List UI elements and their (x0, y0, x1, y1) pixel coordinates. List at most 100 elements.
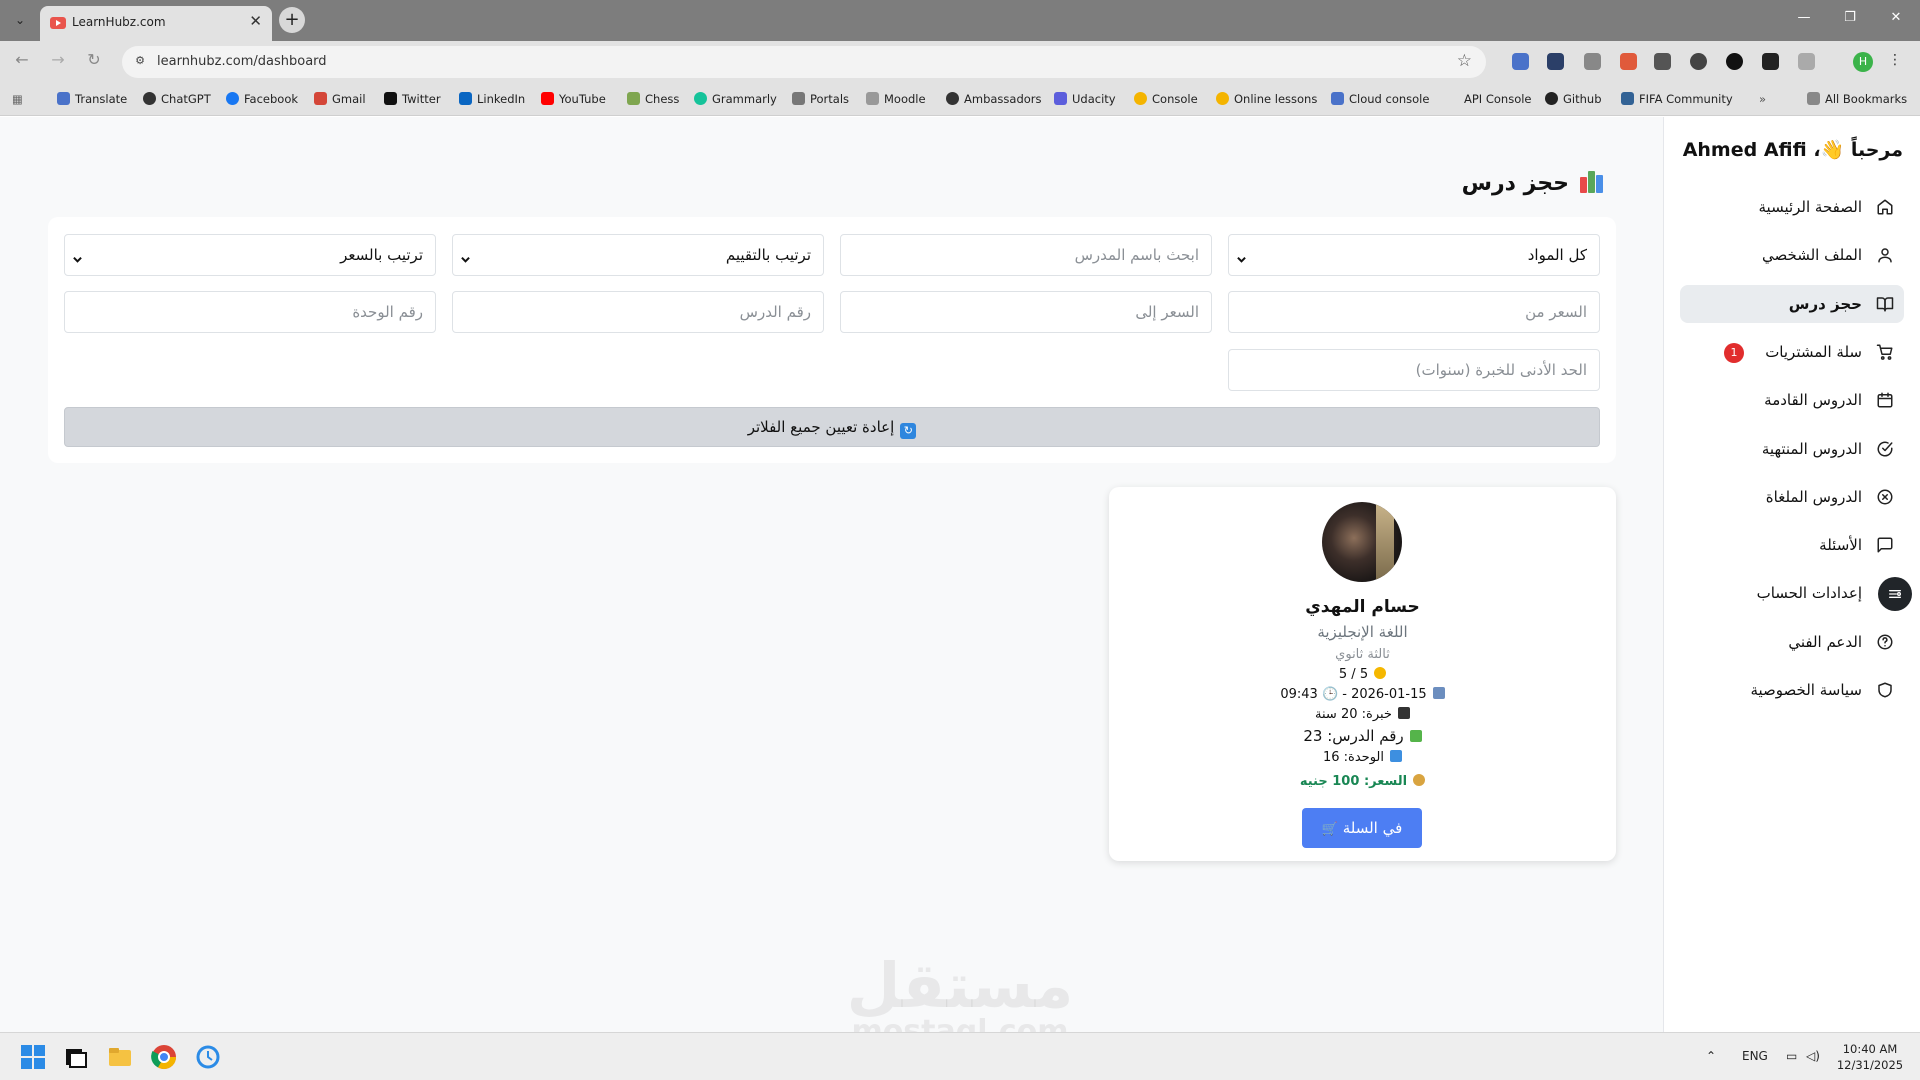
windows-start-icon[interactable] (19, 1043, 47, 1071)
window-close-icon[interactable]: ✕ (1886, 10, 1906, 25)
reset-filters-button[interactable]: ↻ إعادة تعيين جميع الفلاتر (64, 407, 1600, 447)
apps-grid-icon[interactable]: ▦ (12, 92, 23, 106)
sidebar-item-label: الملف الشخصي (1762, 246, 1862, 264)
all-bookmarks-folder[interactable]: All Bookmarks (1807, 92, 1907, 106)
tab-favicon-icon (50, 17, 66, 29)
bookmark-portals[interactable]: Portals (792, 92, 849, 106)
bookmark-twitter[interactable]: Twitter (384, 92, 441, 106)
sidebar-item-completed-lessons[interactable]: الدروس المنتهية (1680, 430, 1904, 468)
command-extension-icon[interactable] (1762, 53, 1779, 70)
language-indicator[interactable]: ENG (1742, 1049, 1768, 1063)
bookmark-ambassadors[interactable]: Ambassadors (946, 92, 1042, 106)
back-arrow-icon[interactable]: ← (10, 50, 34, 69)
sort-by-rating-select[interactable]: ترتيب بالتقييم (452, 234, 824, 276)
sidebar-item-questions[interactable]: الأسئلة (1680, 526, 1904, 564)
bookmark-fifa-community[interactable]: FIFA Community (1621, 92, 1733, 106)
sidebar-toggle-button[interactable] (1878, 577, 1912, 611)
teacher-search-input[interactable]: ابحث باسم المدرس (840, 234, 1212, 276)
clock-app-icon[interactable] (194, 1043, 222, 1071)
file-explorer-icon[interactable] (106, 1043, 134, 1071)
user-icon (1876, 246, 1894, 264)
more-bookmarks-icon[interactable]: » (1759, 92, 1766, 106)
sidebar-item-label: الدعم الفني (1788, 633, 1862, 651)
sidebar-item-home[interactable]: الصفحة الرئيسية (1680, 188, 1904, 226)
network-icon[interactable]: ▭ (1786, 1049, 1797, 1063)
reload-icon[interactable]: ↻ (82, 50, 106, 69)
tab-search-chevron-icon[interactable]: ⌄ (8, 8, 32, 32)
forward-arrow-icon[interactable]: → (46, 50, 70, 69)
extension-icon[interactable] (1584, 53, 1601, 70)
chrome-icon[interactable] (150, 1043, 178, 1071)
sort-by-price-select[interactable]: ترتيب بالسعر (64, 234, 436, 276)
translate-extension-icon[interactable] (1512, 53, 1529, 70)
bookmark-facebook[interactable]: Facebook (226, 92, 298, 106)
tab-title: LearnHubz.com (72, 15, 166, 29)
bookmark-cloud-console[interactable]: Cloud console (1331, 92, 1429, 106)
bookmark-gmail[interactable]: Gmail (314, 92, 366, 106)
bookmark-translate[interactable]: Translate (57, 92, 127, 106)
lesson-number-input[interactable]: رقم الدرس (452, 291, 824, 333)
profile-avatar[interactable]: H (1853, 52, 1873, 72)
sidebar-item-account-settings[interactable]: إعدادات الحساب (1680, 574, 1904, 612)
sidebar-item-label: الدروس الملغاة (1765, 488, 1862, 506)
brave-extension-icon[interactable] (1620, 53, 1637, 70)
show-hidden-icons-chevron[interactable]: ⌃ (1706, 1049, 1716, 1063)
site-info-icon[interactable]: ⚙ (132, 54, 148, 70)
price-to-input[interactable]: السعر إلى (840, 291, 1212, 333)
video-extension-icon[interactable] (1654, 53, 1671, 70)
browser-toolbar: ← → ↻ ⚙ learnhubz.com/dashboard ☆ H ⋮ (0, 41, 1920, 83)
bookmark-udacity[interactable]: Udacity (1054, 92, 1116, 106)
subject-select[interactable]: كل المواد (1228, 234, 1600, 276)
cart-icon (1876, 343, 1894, 361)
bookmark-grammarly[interactable]: Grammarly (694, 92, 777, 106)
sidebar-item-cart[interactable]: سلة المشتريات 1 (1680, 333, 1904, 371)
minimize-icon[interactable]: — (1794, 10, 1814, 25)
home-icon (1876, 198, 1894, 216)
bookmark-moodle[interactable]: Moodle (866, 92, 926, 106)
sidebar-item-upcoming-lessons[interactable]: الدروس القادمة (1680, 381, 1904, 419)
bookmark-chess[interactable]: Chess (627, 92, 679, 106)
task-view-icon[interactable] (62, 1043, 90, 1071)
teacher-grade: ثالثة ثانوي (1335, 647, 1390, 662)
greeting: مرحباً 👋، Ahmed Afifi (1682, 139, 1903, 161)
edit-extension-icon[interactable] (1690, 53, 1707, 70)
main-content: حجز درس كل المواد ابحث باسم المدرس ترتيب… (0, 117, 1663, 1047)
sidebar-item-support[interactable]: الدعم الفني (1680, 623, 1904, 661)
extensions-puzzle-icon[interactable] (1798, 53, 1815, 70)
bookmark-chatgpt[interactable]: ChatGPT (143, 92, 211, 106)
system-clock[interactable]: 10:40 AM 12/31/2025 (1830, 1041, 1910, 1073)
sidebar-item-book-lesson[interactable]: حجز درس (1680, 285, 1904, 323)
arrow-extension-icon[interactable] (1726, 53, 1743, 70)
react-devtools-extension-icon[interactable] (1547, 53, 1564, 70)
bookmark-console[interactable]: Console (1134, 92, 1198, 106)
restore-icon[interactable]: ❐ (1840, 10, 1860, 25)
bookmark-github[interactable]: Github (1545, 92, 1602, 106)
sidebar-item-profile[interactable]: الملف الشخصي (1680, 236, 1904, 274)
new-tab-button[interactable]: + (279, 7, 305, 33)
price-from-input[interactable]: السعر من (1228, 291, 1600, 333)
browser-menu-icon[interactable]: ⋮ (1888, 52, 1902, 68)
browser-tab-active[interactable]: LearnHubz.com ✕ (40, 6, 272, 41)
tab-close-icon[interactable]: ✕ (249, 12, 262, 30)
in-cart-button[interactable]: في السلة 🛒 (1302, 808, 1422, 848)
lesson-datetime: 2026-01-15 - 🕒 09:43 (1109, 687, 1616, 702)
unit-number-input[interactable]: رقم الوحدة (64, 291, 436, 333)
bookmark-youtube[interactable]: YouTube (541, 92, 606, 106)
sidebar-item-cancelled-lessons[interactable]: الدروس الملغاة (1680, 478, 1904, 516)
min-experience-input[interactable]: الحد الأدنى للخبرة (سنوات) (1228, 349, 1600, 391)
bookmark-linkedin[interactable]: LinkedIn (459, 92, 525, 106)
sidebar-item-privacy-policy[interactable]: سياسة الخصوصية (1680, 671, 1904, 709)
teacher-experience: خبرة: 20 سنة (1109, 707, 1616, 722)
url-text[interactable]: learnhubz.com/dashboard (157, 54, 327, 69)
bookmark-api-console[interactable]: API Console (1446, 92, 1532, 106)
help-circle-icon (1876, 633, 1894, 651)
star-icon (1374, 667, 1387, 679)
calendar-icon (1432, 687, 1445, 699)
address-bar[interactable]: ⚙ learnhubz.com/dashboard ☆ (122, 46, 1486, 78)
teacher-name: حسام المهدي (1305, 597, 1420, 617)
bookmark-online-lessons[interactable]: Online lessons (1216, 92, 1317, 106)
lesson-price: السعر: 100 جنيه (1109, 774, 1616, 789)
volume-icon[interactable]: ◁) (1806, 1049, 1820, 1063)
sidebar-item-label: الدروس القادمة (1764, 391, 1862, 409)
bookmark-star-icon[interactable]: ☆ (1457, 51, 1472, 71)
